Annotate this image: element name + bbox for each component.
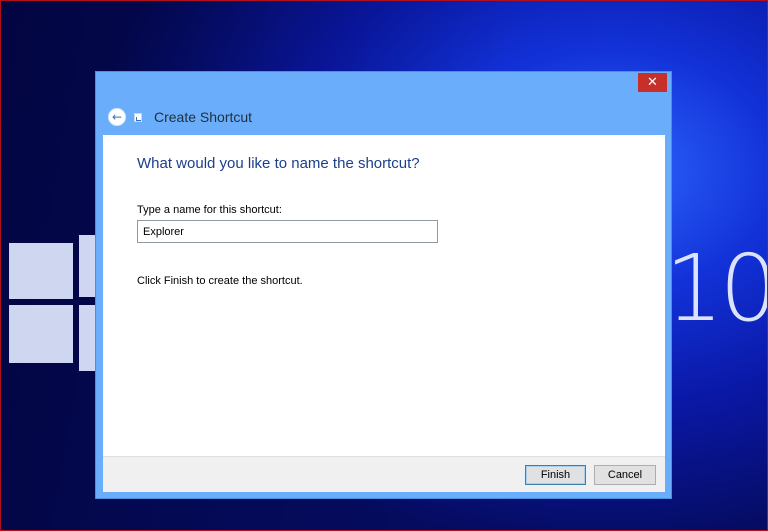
close-icon: ✕ [647,75,658,90]
page-heading: What would you like to name the shortcut… [137,155,420,172]
create-shortcut-dialog: ✕ ← Create Shortcut What would you like … [95,71,672,499]
finish-hint-text: Click Finish to create the shortcut. [137,275,303,287]
windows-10-brand-text: 10 [665,235,768,342]
close-button[interactable]: ✕ [638,73,667,92]
shortcut-icon [134,113,142,122]
back-button[interactable]: ← [108,108,126,126]
back-arrow-icon: ← [111,110,123,124]
cancel-button[interactable]: Cancel [594,465,656,485]
logo-pane [9,305,73,363]
windows-logo-icon [9,233,109,373]
dialog-header: ← Create Shortcut [96,104,671,134]
shortcut-name-label: Type a name for this shortcut: [137,204,282,216]
shortcut-name-input[interactable] [137,220,438,243]
logo-pane [9,243,73,299]
dialog-footer: Finish Cancel [103,456,665,492]
finish-button[interactable]: Finish [525,465,586,485]
desktop-background: 10 ✕ ← Create Shortcut What would you li… [0,0,768,531]
dialog-content: What would you like to name the shortcut… [103,135,665,456]
dialog-title: Create Shortcut [154,109,253,125]
